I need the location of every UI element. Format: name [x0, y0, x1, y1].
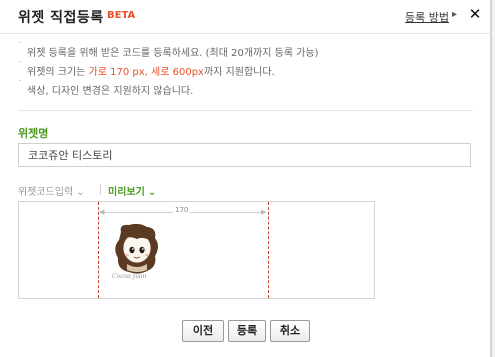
tab-code-input-label: 위젯코드입력 [18, 187, 74, 198]
dialog-header: 위젯 직접등록 BETA 등록 방법 ▸ ✕ [0, 0, 491, 34]
dialog-title: 위젯 직접등록 [18, 10, 104, 26]
note-item: ˙ 위젯의 크기는 가로 170 px, 세로 600px까지 지원합니다. [18, 61, 319, 82]
widget-preview-area: ◀ ▶ 170 Cocoa Juan [18, 201, 375, 299]
widget-name-input[interactable] [18, 143, 471, 167]
instruction-notes: ˙ 위젯 등록을 위해 받은 코드를 등록하세요. (최대 20개까지 등록 가… [18, 42, 319, 101]
note-highlight: 가로 170 px, 세로 600px [88, 67, 204, 78]
chevron-down-icon: ⌄ [76, 187, 85, 198]
tab-code-input[interactable]: 위젯코드입력 ⌄ [18, 183, 85, 198]
width-guide-left [98, 202, 99, 298]
dialog-buttons: 이전 등록 취소 [0, 320, 491, 342]
cancel-button[interactable]: 취소 [270, 320, 310, 342]
beta-badge: BETA [107, 10, 136, 21]
help-link[interactable]: 등록 방법 [405, 9, 449, 25]
tab-preview[interactable]: 미리보기 ⌄ [108, 183, 156, 198]
window-scroll-edge[interactable] [491, 0, 495, 357]
arrow-left-icon: ◀ [99, 208, 105, 216]
note-item: ˙ 위젯 등록을 위해 받은 코드를 등록하세요. (최대 20개까지 등록 가… [18, 42, 319, 63]
bullet-icon: ˙ [18, 42, 23, 52]
width-guide-right [268, 202, 269, 298]
widget-name-label: 위젯명 [18, 127, 49, 140]
tab-divider [100, 184, 101, 195]
section-divider [18, 110, 473, 111]
prev-button[interactable]: 이전 [182, 320, 224, 342]
note-item: ˙ 색상, 디자인 변경은 지원하지 않습니다. [18, 80, 319, 101]
arrow-right-icon: ▶ [261, 208, 267, 216]
widget-register-dialog: 위젯 직접등록 BETA 등록 방법 ▸ ✕ ˙ 위젯 등록을 위해 받은 코드… [0, 0, 491, 357]
note-text: 위젯 등록을 위해 받은 코드를 등록하세요. (최대 20개까지 등록 가능) [27, 48, 319, 59]
chevron-right-icon[interactable]: ▸ [452, 9, 457, 20]
widget-caption: Cocoa Juan [112, 273, 147, 280]
note-text: 위젯의 크기는 [27, 67, 89, 78]
bullet-icon: ˙ [18, 80, 23, 90]
bullet-icon: ˙ [18, 61, 23, 71]
width-measure-label: 170 [173, 206, 191, 214]
note-text: 색상, 디자인 변경은 지원하지 않습니다. [27, 86, 194, 97]
submit-button[interactable]: 등록 [228, 320, 266, 342]
note-text-end: 까지 지원합니다. [203, 67, 275, 78]
tab-preview-label: 미리보기 [108, 187, 145, 198]
close-icon[interactable]: ✕ [466, 5, 484, 23]
chevron-down-icon: ⌄ [147, 187, 157, 198]
